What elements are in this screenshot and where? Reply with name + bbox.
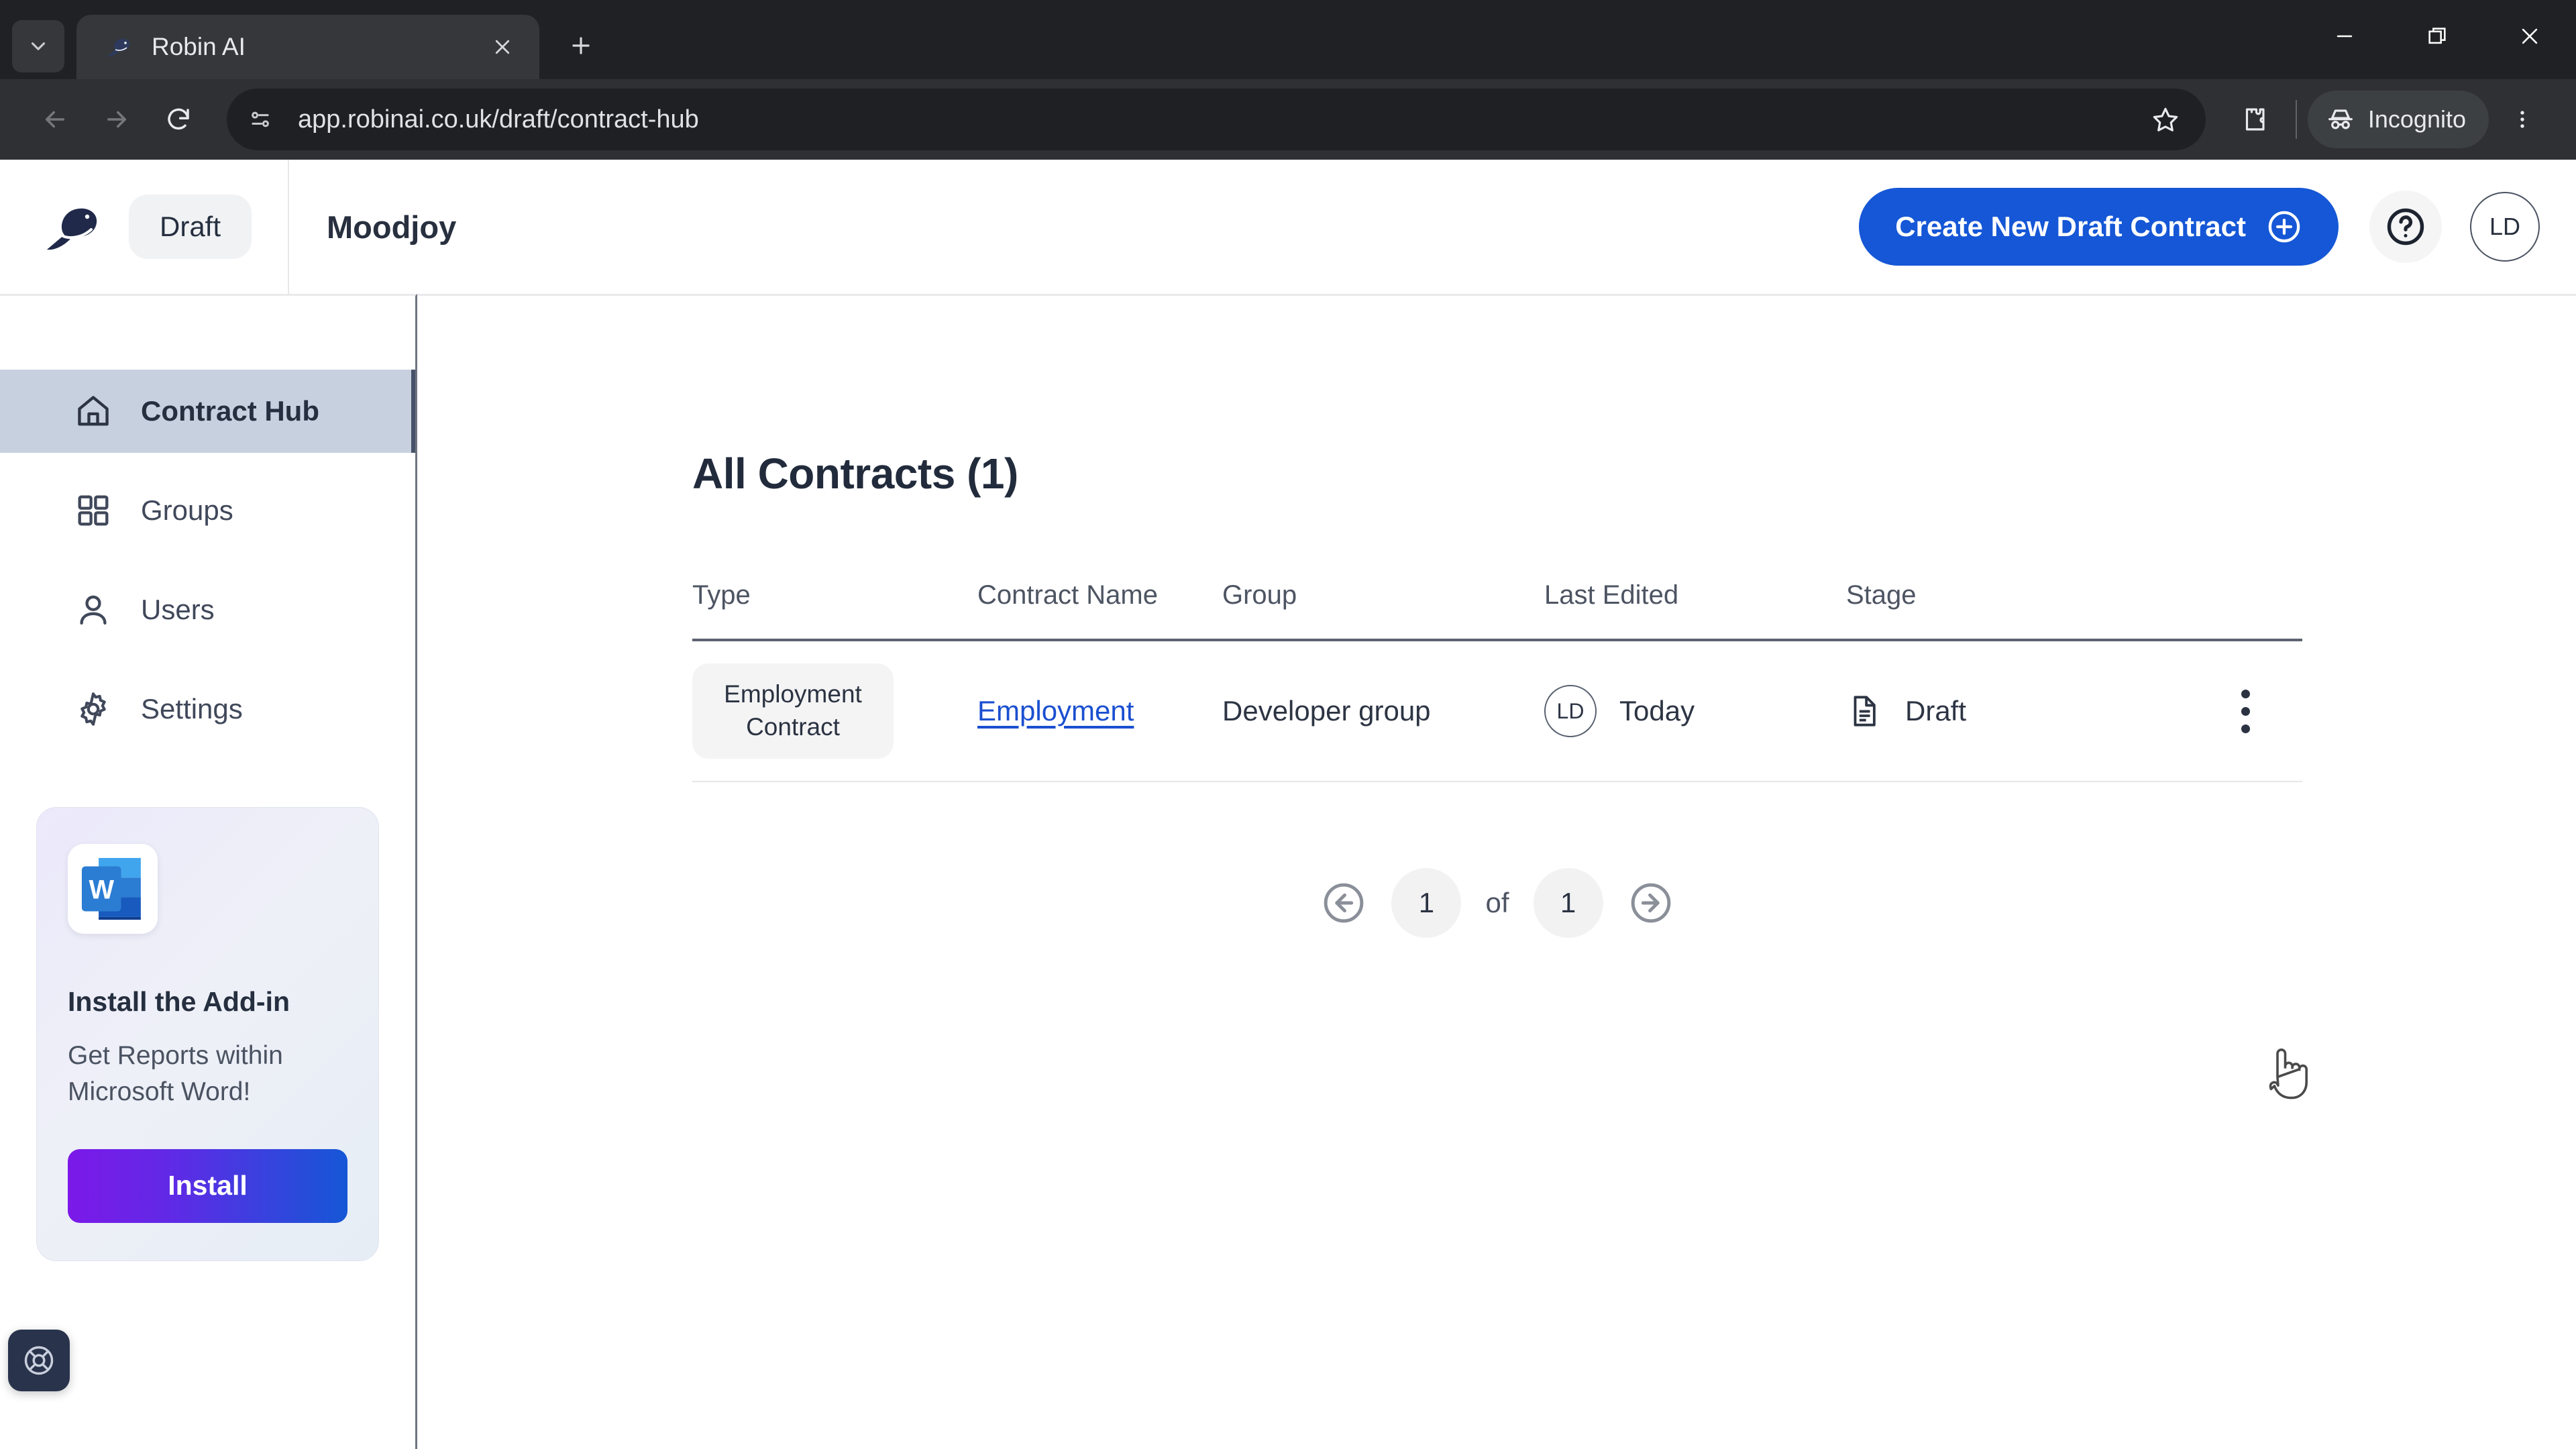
grid-icon: [74, 491, 113, 530]
install-addin-card: W Install the Add-in Get Reports within …: [36, 807, 379, 1261]
address-bar[interactable]: app.robinai.co.uk/draft/contract-hub: [227, 89, 2206, 150]
close-window-button[interactable]: [2483, 0, 2576, 72]
tab-search-button[interactable]: [12, 20, 64, 72]
gear-icon: [74, 690, 113, 729]
tab-strip: Robin AI: [0, 0, 2576, 79]
star-icon: [2153, 107, 2178, 131]
url-text: app.robinai.co.uk/draft/contract-hub: [298, 105, 699, 133]
circle-arrow-right-icon: [1631, 883, 1670, 923]
table-row[interactable]: Employment Contract Employment Developer…: [692, 641, 2302, 782]
main-content: All Contracts (1) Type Contract Name Gro…: [417, 294, 2576, 1449]
robin-bird-logo[interactable]: [40, 195, 105, 259]
circle-arrow-left-icon: [1324, 883, 1364, 923]
chevron-down-icon: [31, 42, 46, 50]
user-icon: [74, 590, 113, 629]
total-pages-number[interactable]: 1: [1533, 868, 1603, 938]
new-tab-button[interactable]: [554, 19, 608, 72]
create-new-draft-contract-button[interactable]: Create New Draft Contract: [1859, 188, 2339, 266]
sidebar-nav: Contract Hub Groups Users Settings: [0, 296, 415, 751]
close-icon: [2522, 28, 2538, 44]
back-button[interactable]: [24, 89, 86, 150]
column-header-last-edited: Last Edited: [1544, 580, 1679, 610]
arrow-right-icon: [107, 111, 126, 128]
column-header-contract-name: Contract Name: [977, 580, 1158, 610]
sidebar-item-label: Settings: [141, 693, 243, 724]
pagination: 1 of 1: [692, 868, 2302, 938]
next-page-button[interactable]: [1627, 879, 1674, 926]
create-button-label: Create New Draft Contract: [1895, 211, 2246, 242]
browser-menu-button[interactable]: [2493, 90, 2552, 149]
question-circle-icon: [2387, 208, 2424, 246]
incognito-label: Incognito: [2367, 105, 2466, 133]
browser-tab[interactable]: Robin AI: [76, 15, 539, 79]
app-header: Draft Moodjoy Create New Draft Contract …: [0, 160, 2576, 294]
extensions-button[interactable]: [2223, 89, 2285, 150]
lifebuoy-icon: [24, 1346, 54, 1375]
sidebar-item-label: Users: [141, 594, 215, 625]
sidebar-item-users[interactable]: Users: [0, 568, 415, 651]
window-controls: [2298, 0, 2576, 72]
contract-name-link[interactable]: Employment: [977, 695, 1134, 727]
site-settings-icon[interactable]: [237, 97, 283, 142]
previous-page-button[interactable]: [1320, 879, 1367, 926]
tab-close-button[interactable]: [483, 28, 522, 66]
support-button[interactable]: [8, 1330, 70, 1391]
stage-value: Draft: [1905, 695, 1967, 727]
help-button[interactable]: [2369, 191, 2442, 263]
document-icon: [1854, 696, 1876, 727]
sidebar-item-label: Contract Hub: [141, 395, 319, 427]
browser-window: Robin AI app.robinai.co.uk/draft/contrac…: [0, 0, 2576, 1449]
contract-group: Developer group: [1222, 695, 1431, 727]
product-chip-draft[interactable]: Draft: [129, 195, 252, 259]
pagination-separator: of: [1485, 887, 1509, 918]
column-header-type: Type: [692, 580, 751, 610]
browser-toolbar: app.robinai.co.uk/draft/contract-hub Inc…: [0, 79, 2576, 160]
toolbar-divider: [2295, 100, 2297, 139]
addin-subtitle: Get Reports within Microsoft Word!: [68, 1041, 283, 1106]
user-avatar[interactable]: LD: [2470, 192, 2540, 262]
bookmark-button[interactable]: [2137, 91, 2194, 148]
incognito-spy-icon: [2328, 109, 2353, 129]
sidebar-item-groups[interactable]: Groups: [0, 469, 415, 552]
minimize-button[interactable]: [2298, 0, 2391, 72]
organization-name: Moodjoy: [327, 209, 457, 245]
tab-title: Robin AI: [152, 33, 246, 60]
reload-icon: [168, 108, 189, 130]
contracts-table: Type Contract Name Group Last Edited Sta…: [692, 580, 2302, 782]
extensions-puzzle-icon: [2245, 108, 2265, 131]
row-actions-menu-button[interactable]: [2216, 675, 2274, 747]
addin-title: Install the Add-in: [68, 986, 290, 1017]
three-dot-menu-icon: [2520, 111, 2524, 128]
plus-icon: [572, 37, 590, 54]
forward-button[interactable]: [86, 89, 148, 150]
page-title: All Contracts (1): [692, 449, 1018, 498]
editor-avatar: LD: [1544, 685, 1597, 737]
sidebar-item-label: Groups: [141, 494, 233, 526]
column-header-stage: Stage: [1846, 580, 1917, 610]
close-icon: [495, 40, 510, 54]
sidebar-item-settings[interactable]: Settings: [0, 667, 415, 751]
minimize-icon: [2337, 35, 2353, 38]
maximize-button[interactable]: [2391, 0, 2483, 72]
contract-type-badge: Employment Contract: [692, 663, 894, 759]
header-divider: [288, 160, 290, 294]
arrow-left-icon: [46, 111, 64, 128]
incognito-indicator[interactable]: Incognito: [2307, 91, 2489, 148]
reload-button[interactable]: [148, 89, 209, 150]
svg-text:W: W: [89, 875, 114, 905]
web-page: Draft Moodjoy Create New Draft Contract …: [0, 160, 2576, 1449]
plus-circle-icon: [2268, 211, 2300, 243]
sidebar-item-contract-hub[interactable]: Contract Hub: [0, 370, 415, 453]
column-header-group: Group: [1222, 580, 1297, 610]
vertical-dots-icon: [2241, 689, 2250, 698]
last-edited-value: Today: [1619, 695, 1695, 727]
table-header-row: Type Contract Name Group Last Edited Sta…: [692, 580, 2302, 641]
microsoft-word-icon: W: [68, 844, 158, 934]
current-page-number[interactable]: 1: [1391, 868, 1462, 938]
robin-bird-icon: [102, 31, 134, 63]
home-icon: [74, 392, 113, 431]
install-button[interactable]: Install: [68, 1148, 347, 1223]
sidebar: Contract Hub Groups Users Settings W Ins…: [0, 294, 417, 1449]
maximize-icon: [2428, 28, 2446, 44]
